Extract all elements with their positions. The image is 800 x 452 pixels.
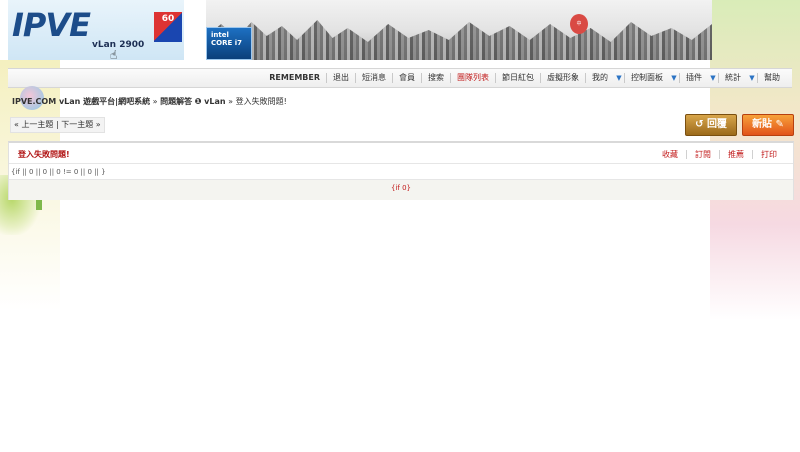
nav-item-6[interactable]: 虛擬形象 (541, 69, 585, 87)
breadcrumb-separator: » (152, 97, 158, 106)
nav-item-3[interactable]: 搜索 (422, 69, 450, 87)
reply-button[interactable]: ↺ 回覆 (685, 114, 737, 136)
logo-text: IPVE (12, 6, 91, 44)
top-navigation-bar: REMEMBER 退出 短消息 會員 搜索 團隊列表 節日紅包 虛擬形象 我的 ▼ 控制面板 ▼ 插件… (8, 68, 792, 88)
reply-button-label: 回覆 (706, 119, 727, 130)
next-thread-link[interactable]: 下一主題 » (61, 120, 100, 129)
nav-item-11[interactable]: 幫助 (758, 69, 786, 87)
balloon-icon: 中 (570, 14, 588, 34)
thread-actions: 收藏 訂閱 推薦 打印 (654, 149, 785, 160)
reply-arrow-icon: ↺ (695, 119, 707, 130)
breadcrumb-separator: » (228, 97, 234, 106)
nav-item-4[interactable]: 團隊列表 (451, 69, 495, 87)
dropdown-arrow-icon[interactable]: ▼ (669, 74, 679, 82)
thread-title: 登入失敗問題! (18, 150, 70, 159)
new-post-icon: ✎ (772, 119, 784, 130)
nav-item-9[interactable]: 插件 (680, 69, 708, 87)
nav-item-10[interactable]: 統計 (719, 69, 747, 87)
intel-brand-text: intel (211, 31, 229, 39)
breadcrumb-current: 登入失敗問題! (235, 97, 287, 106)
new-post-button[interactable]: 新貼 ✎ (742, 114, 794, 136)
hand-cursor-icon: ☝ (110, 48, 118, 60)
new-post-button-label: 新貼 (752, 119, 773, 130)
thread-divider (9, 163, 793, 164)
thread-footer: {if 0} (9, 179, 793, 200)
nav-item-8[interactable]: 控制面板 (625, 69, 669, 87)
dropdown-arrow-icon[interactable]: ▼ (708, 74, 718, 82)
nav-item-5[interactable]: 節日紅包 (496, 69, 540, 87)
thread-navigation: « 上一主題 | 下一主題 » (10, 117, 105, 133)
nav-item-2[interactable]: 會員 (393, 69, 421, 87)
dropdown-arrow-icon[interactable]: ▼ (747, 74, 757, 82)
nav-item-7[interactable]: 我的 (586, 69, 614, 87)
nav-items: REMEMBER 退出 短消息 會員 搜索 團隊列表 節日紅包 虛擬形象 我的 ▼ 控制面板 ▼ 插件… (263, 69, 786, 87)
site-logo-banner[interactable]: IPVE vLan 2900 60 ☝ (8, 0, 184, 60)
intel-model-text: CORE i7 (211, 39, 242, 47)
nav-brand-remember: REMEMBER (269, 73, 320, 82)
breadcrumb-subsection-link[interactable]: ❶ vLan (195, 97, 226, 106)
forest-ad-banner[interactable]: intel CORE i7 中 (206, 0, 712, 60)
thread-action-link[interactable]: 打印 (753, 149, 785, 160)
thread-nav-divider: | (55, 120, 59, 129)
thread-action-link[interactable]: 收藏 (654, 149, 686, 160)
nav-item-0[interactable]: 退出 (327, 69, 355, 87)
breadcrumb-section-link[interactable]: 問題解答 (160, 97, 192, 106)
thread-action-link[interactable]: 推薦 (720, 149, 752, 160)
dropdown-arrow-icon[interactable]: ▼ (614, 74, 624, 82)
nav-item-1[interactable]: 短消息 (356, 69, 392, 87)
prev-thread-link[interactable]: « 上一主題 (14, 120, 53, 129)
thread-box: 登入失敗問題! 收藏 訂閱 推薦 打印 {if || 0 || 0 || 0 != 0… (8, 141, 794, 200)
intel-core-i7-badge: intel CORE i7 (206, 27, 252, 60)
forest-trees-graphic (206, 20, 712, 60)
breadcrumb-site-link[interactable]: IPVE.COM vLan 遊戲平台|網吧系統 (12, 97, 150, 106)
logo-badge: 60 (154, 12, 182, 42)
breadcrumb: IPVE.COM vLan 遊戲平台|網吧系統 » 問題解答 ❶ vLan » … (12, 96, 287, 107)
thread-content: {if || 0 || 0 || 0 != 0 || 0 || } (11, 168, 106, 176)
thread-footer-text: {if 0} (391, 184, 411, 192)
thread-action-link[interactable]: 訂閱 (687, 149, 719, 160)
